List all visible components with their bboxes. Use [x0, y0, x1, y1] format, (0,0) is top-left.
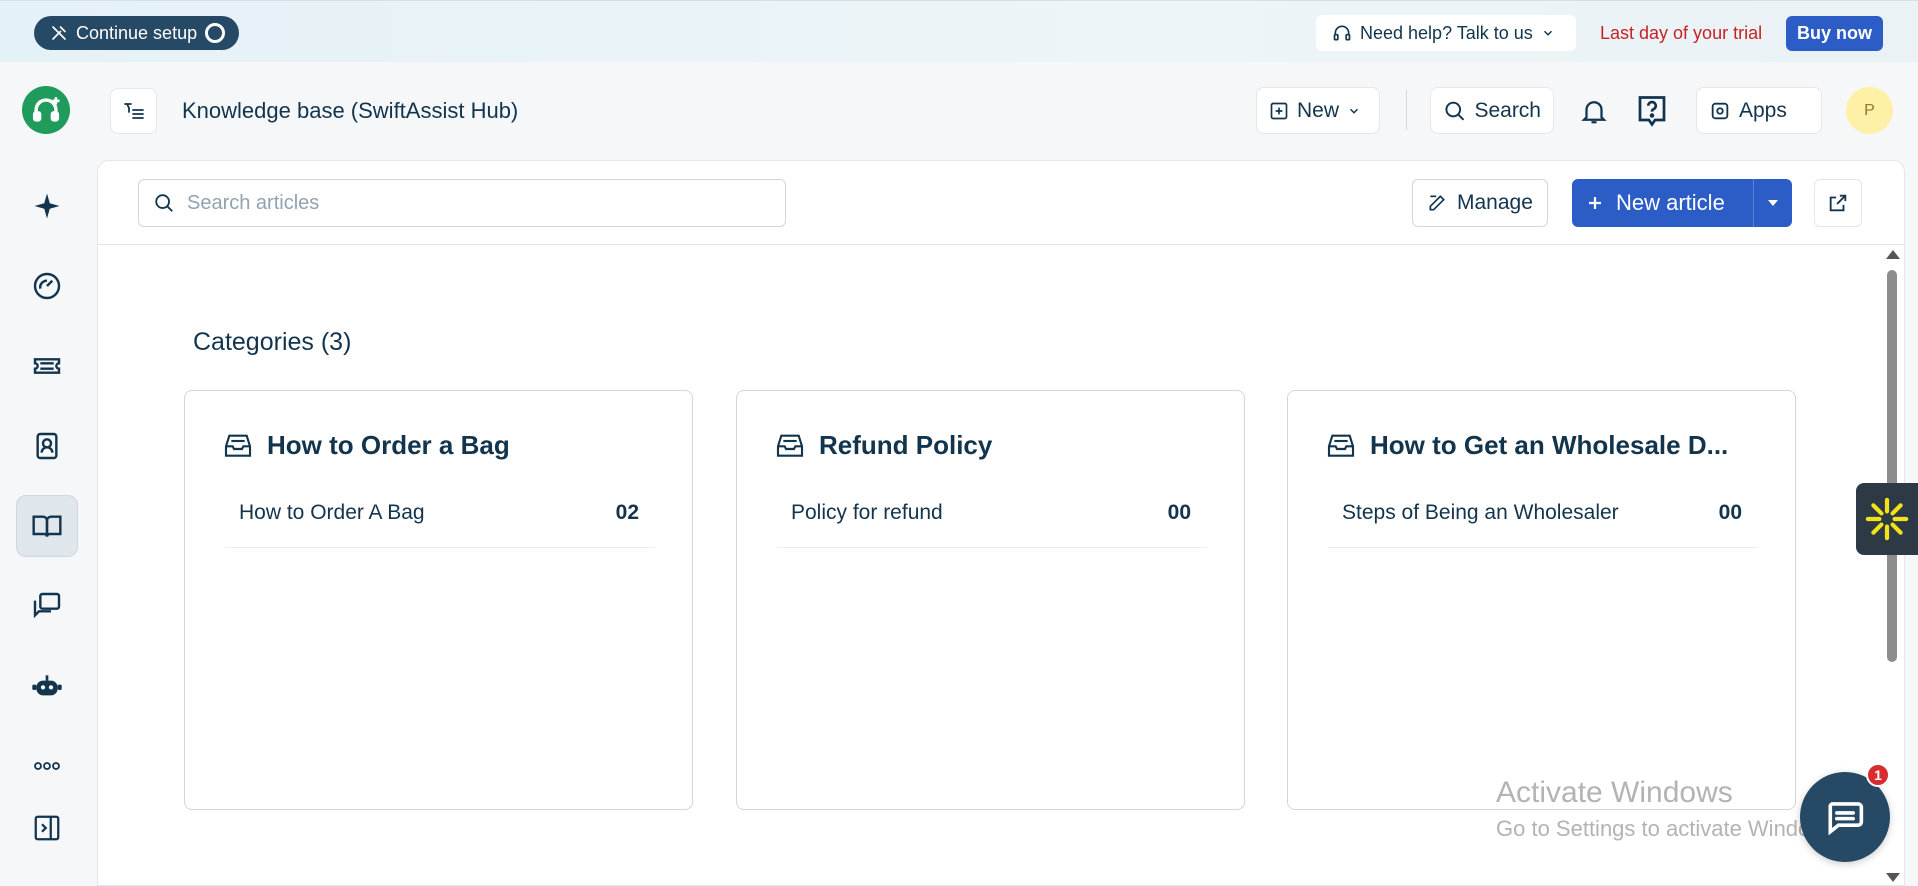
- plus-square-icon: [1270, 102, 1288, 119]
- category-card[interactable]: How to Order a Bag How to Order A Bag 02: [184, 390, 693, 810]
- inbox-icon: [776, 434, 804, 457]
- conversations-icon: [33, 592, 61, 619]
- user-avatar[interactable]: P: [1846, 87, 1893, 134]
- scroll-up-arrow[interactable]: [1886, 250, 1900, 259]
- headset-logo-icon: [32, 97, 60, 122]
- new-article-split-button: New article: [1572, 179, 1792, 227]
- apps-label: Apps: [1739, 98, 1787, 122]
- rail-item-expand[interactable]: [16, 797, 78, 859]
- page-title: Knowledge base (SwiftAssist Hub): [182, 98, 519, 123]
- category-header: How to Order a Bag: [221, 429, 661, 461]
- category-card[interactable]: How to Get an Wholesale D... Steps of Be…: [1287, 390, 1796, 810]
- search-icon: [1445, 101, 1465, 120]
- caret-down-icon: [1768, 200, 1778, 206]
- need-help-label: Need help? Talk to us: [1360, 22, 1533, 43]
- windows-watermark-title: Activate Windows: [1496, 776, 1733, 809]
- contacts-icon: [36, 432, 58, 460]
- folder-row[interactable]: How to Order A Bag 02: [225, 501, 655, 548]
- rail-item-contacts[interactable]: [16, 415, 78, 477]
- headset-icon: [1333, 25, 1351, 41]
- sunburst-icon: [1865, 497, 1909, 541]
- inbox-icon: [224, 434, 252, 457]
- apps-button[interactable]: Apps: [1696, 87, 1822, 134]
- bell-icon: [1581, 100, 1607, 123]
- category-name[interactable]: How to Order a Bag: [267, 430, 510, 461]
- scrollbar-thumb[interactable]: [1887, 270, 1897, 662]
- chevron-down-icon: [1350, 108, 1359, 114]
- new-article-button[interactable]: New article: [1572, 179, 1754, 227]
- category-header: Refund Policy: [773, 429, 1213, 461]
- need-help-button[interactable]: Need help? Talk to us: [1316, 15, 1576, 51]
- new-label: New: [1297, 98, 1340, 122]
- folder-name: Steps of Being an Wholesaler: [1342, 501, 1619, 524]
- categories-heading: Categories (3): [193, 328, 352, 356]
- search-icon: [155, 194, 173, 212]
- app-logo[interactable]: [22, 86, 70, 134]
- article-count: 00: [1718, 501, 1742, 524]
- kb-toolbar: Manage New article: [98, 161, 1904, 245]
- scroll-down-arrow[interactable]: [1886, 873, 1900, 882]
- continue-setup-label: Continue setup: [76, 22, 198, 43]
- notifications-button[interactable]: [1572, 87, 1616, 134]
- article-search-box[interactable]: [138, 179, 786, 227]
- expand-sidebar-icon: [34, 815, 60, 841]
- chat-bubble-icon: [1828, 802, 1864, 835]
- question-bubble-icon: [1638, 95, 1666, 127]
- more-dots-icon: [34, 762, 60, 770]
- folder-name: Policy for refund: [791, 501, 943, 524]
- side-widget-tab[interactable]: [1856, 483, 1918, 555]
- category-name[interactable]: How to Get an Wholesale D...: [1370, 430, 1728, 461]
- open-portal-button[interactable]: [1814, 179, 1862, 227]
- rail-item-dashboard[interactable]: [16, 255, 78, 317]
- bot-icon: [32, 675, 62, 696]
- category-header: How to Get an Wholesale D...: [1324, 429, 1764, 461]
- chevron-down-icon: [1543, 30, 1552, 36]
- chat-unread-badge: 1: [1866, 763, 1890, 787]
- continue-setup-button[interactable]: Continue setup: [34, 16, 240, 50]
- inbox-icon: [1327, 434, 1355, 457]
- external-link-icon: [1829, 194, 1847, 212]
- filter-lines-icon: [123, 103, 144, 119]
- tools-icon: [52, 26, 66, 40]
- plus-icon: [1589, 197, 1601, 209]
- new-article-dropdown-button[interactable]: [1754, 179, 1792, 227]
- search-articles-input[interactable]: [187, 191, 747, 215]
- new-dropdown-button[interactable]: New: [1256, 87, 1380, 134]
- windows-watermark-subtitle: Go to Settings to activate Windows.: [1496, 816, 1844, 841]
- search-label: Search: [1474, 98, 1541, 122]
- new-article-label: New article: [1616, 190, 1725, 215]
- manage-button[interactable]: Manage: [1412, 179, 1548, 227]
- rail-item-conversations[interactable]: [16, 575, 78, 637]
- category-name[interactable]: Refund Policy: [819, 430, 992, 461]
- ticket-icon: [33, 358, 61, 374]
- trial-notice: Last day of your trial: [1600, 23, 1763, 43]
- rail-item-bot[interactable]: [16, 655, 78, 717]
- folder-row[interactable]: Policy for refund 00: [777, 501, 1207, 548]
- rail-item-knowledge-base[interactable]: [16, 495, 78, 557]
- category-card[interactable]: Refund Policy Policy for refund 00: [736, 390, 1245, 810]
- progress-ring-icon: [205, 23, 226, 43]
- edit-icon: [1429, 195, 1445, 211]
- folder-row[interactable]: Steps of Being an Wholesaler 00: [1328, 501, 1758, 548]
- global-search-button[interactable]: Search: [1430, 87, 1554, 134]
- folder-name: How to Order A Bag: [239, 501, 425, 524]
- trial-banner: Continue setup Need help? Talk to us Las…: [0, 0, 1918, 62]
- rail-item-freddy-ai[interactable]: [16, 175, 78, 237]
- rail-item-tickets[interactable]: [16, 335, 78, 397]
- filter-toggle-button[interactable]: [110, 88, 157, 134]
- help-button[interactable]: [1630, 87, 1674, 134]
- sparkle-icon: [34, 193, 60, 219]
- rail-item-more[interactable]: [16, 735, 78, 797]
- manage-label: Manage: [1457, 191, 1533, 214]
- apps-icon: [1711, 102, 1729, 119]
- book-open-icon: [32, 515, 62, 537]
- article-count: 02: [615, 501, 639, 524]
- buy-now-button[interactable]: Buy now: [1786, 16, 1883, 51]
- dashboard-icon: [33, 272, 61, 300]
- article-count: 00: [1167, 501, 1191, 524]
- header-divider: [1406, 90, 1407, 130]
